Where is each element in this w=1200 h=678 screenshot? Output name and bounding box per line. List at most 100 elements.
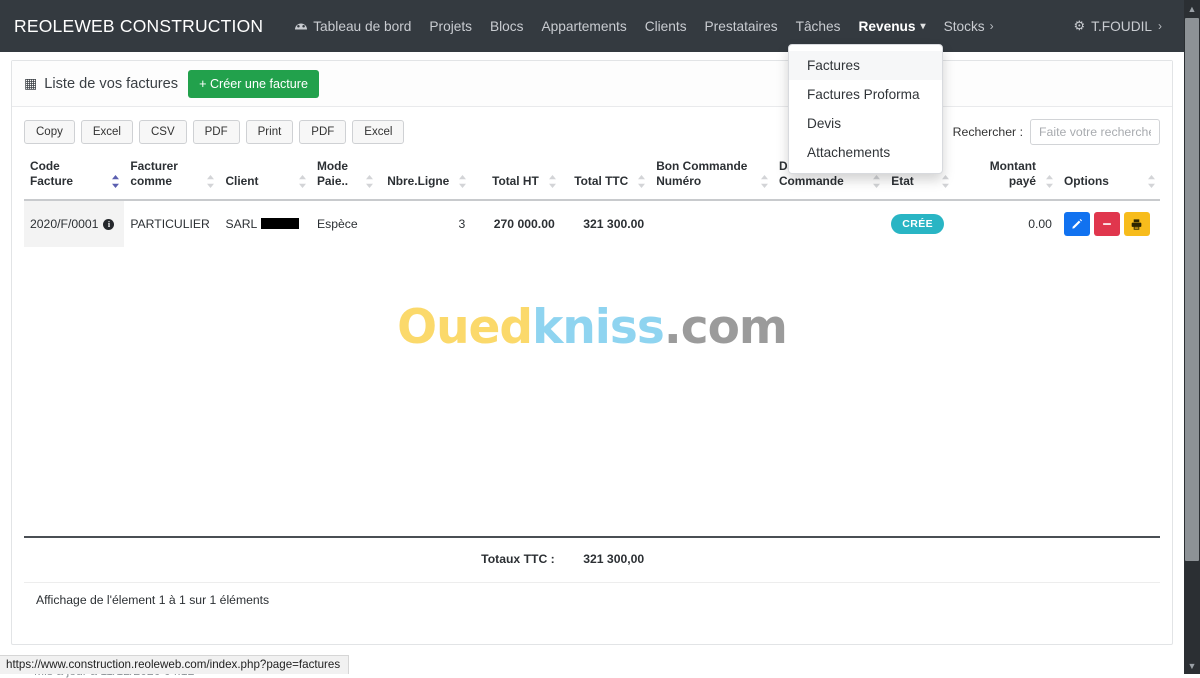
table-toolbar: Copy Excel CSV PDF Print PDF Excel Reche… bbox=[12, 107, 1172, 151]
chevron-down-icon: ▾ bbox=[921, 21, 926, 32]
nav-links: Tableau de bord Projets Blocs Appartemen… bbox=[285, 13, 1002, 40]
column-header-montant-paye[interactable]: Montant payé bbox=[954, 151, 1058, 200]
sort-icon bbox=[872, 175, 881, 188]
dropdown-item-devis[interactable]: Devis bbox=[789, 109, 942, 138]
pdf-button-2[interactable]: PDF bbox=[299, 120, 346, 145]
dashboard-icon bbox=[294, 19, 308, 34]
table-empty-space bbox=[24, 247, 1160, 537]
scrollbar-thumb[interactable] bbox=[1185, 18, 1199, 561]
sort-icon bbox=[458, 175, 467, 188]
table-grid-icon: ▦ bbox=[24, 75, 37, 92]
sort-icon bbox=[637, 175, 646, 188]
nav-item-appartements[interactable]: Appartements bbox=[532, 13, 635, 40]
brand-title[interactable]: REOLEWEB CONSTRUCTION bbox=[14, 16, 263, 37]
page-title-label: Liste de vos factures bbox=[44, 76, 178, 92]
cell-etat: CRÉE bbox=[885, 200, 954, 247]
csv-button[interactable]: CSV bbox=[139, 120, 187, 145]
chevron-right-icon: › bbox=[1158, 19, 1162, 33]
totals-empty bbox=[650, 537, 1160, 580]
nav-item-label: Blocs bbox=[490, 19, 523, 34]
print-button[interactable] bbox=[1124, 212, 1150, 236]
cell-date-bon-commande bbox=[773, 200, 885, 247]
scroll-up-icon[interactable]: ▲ bbox=[1184, 0, 1200, 17]
nav-item-stocks[interactable]: Stocks › bbox=[935, 13, 1003, 40]
nav-item-label: Revenus bbox=[858, 19, 915, 34]
code-facture-value: 2020/F/0001 bbox=[30, 217, 98, 231]
nav-item-revenus[interactable]: Revenus ▾ bbox=[849, 13, 934, 40]
page-title: ▦ Liste de vos factures bbox=[24, 75, 178, 92]
nav-item-clients[interactable]: Clients bbox=[636, 13, 696, 40]
top-navbar: REOLEWEB CONSTRUCTION Tableau de bord Pr… bbox=[0, 0, 1184, 52]
sort-icon bbox=[365, 175, 374, 188]
column-header-total-ht[interactable]: Total HT bbox=[471, 151, 560, 200]
chevron-right-icon: › bbox=[990, 19, 994, 33]
delete-button[interactable] bbox=[1094, 212, 1120, 236]
column-header-total-ttc[interactable]: Total TTC bbox=[561, 151, 650, 200]
pdf-button[interactable]: PDF bbox=[193, 120, 240, 145]
table-row[interactable]: 2020/F/0001 i PARTICULIER SARL Espèce 3 … bbox=[24, 200, 1160, 247]
column-header-options[interactable]: Options bbox=[1058, 151, 1160, 200]
cell-code-facture: 2020/F/0001 i bbox=[24, 200, 124, 247]
user-menu[interactable]: ⚙ T.FOUDIL › bbox=[1074, 18, 1171, 34]
nav-item-label: Tableau de bord bbox=[313, 19, 411, 34]
copy-button[interactable]: Copy bbox=[24, 120, 75, 145]
table-body: 2020/F/0001 i PARTICULIER SARL Espèce 3 … bbox=[24, 200, 1160, 537]
nav-item-label: Tâches bbox=[796, 19, 841, 34]
invoices-table: Code Facture Facturer comme bbox=[24, 151, 1160, 580]
scroll-down-icon[interactable]: ▼ bbox=[1184, 657, 1200, 674]
status-badge: CRÉE bbox=[891, 214, 944, 234]
nav-item-label: Stocks bbox=[944, 19, 985, 34]
cell-montant-paye: 0.00 bbox=[954, 200, 1058, 247]
nav-item-blocs[interactable]: Blocs bbox=[481, 13, 532, 40]
nav-item-projets[interactable]: Projets bbox=[420, 13, 481, 40]
cell-total-ttc: 321 300.00 bbox=[561, 200, 650, 247]
sort-icon bbox=[941, 175, 950, 188]
edit-button[interactable] bbox=[1064, 212, 1090, 236]
sort-icon bbox=[548, 175, 557, 188]
page-content: Ouedkniss.com ▦ Liste de vos factures + … bbox=[0, 52, 1184, 674]
nav-item-prestataires[interactable]: Prestataires bbox=[696, 13, 787, 40]
gear-icon: ⚙ bbox=[1074, 18, 1086, 34]
client-prefix: SARL bbox=[225, 217, 257, 231]
sort-icon bbox=[760, 175, 769, 188]
dropdown-item-factures-proforma[interactable]: Factures Proforma bbox=[789, 80, 942, 109]
status-bar-url: https://www.construction.reoleweb.com/in… bbox=[0, 655, 349, 674]
nav-item-label: Projets bbox=[429, 19, 472, 34]
sort-icon bbox=[1147, 175, 1156, 188]
dropdown-item-attachements[interactable]: Attachements bbox=[789, 138, 942, 167]
nav-item-label: Clients bbox=[645, 19, 687, 34]
nav-item-tableau-de-bord[interactable]: Tableau de bord bbox=[285, 13, 420, 40]
search-input[interactable] bbox=[1030, 119, 1160, 145]
sort-icon bbox=[1045, 175, 1054, 188]
column-header-facturer-comme[interactable]: Facturer comme bbox=[124, 151, 219, 200]
print-button[interactable]: Print bbox=[246, 120, 294, 145]
create-invoice-button[interactable]: + Créer une facture bbox=[188, 70, 319, 98]
row-action-buttons bbox=[1064, 212, 1154, 236]
column-header-client[interactable]: Client bbox=[219, 151, 311, 200]
cell-bon-commande-numero bbox=[650, 200, 773, 247]
browser-scrollbar[interactable]: ▲ ▼ bbox=[1184, 0, 1200, 674]
nav-item-taches[interactable]: Tâches bbox=[787, 13, 850, 40]
card-header: ▦ Liste de vos factures + Créer une fact… bbox=[12, 61, 1172, 107]
excel-button-2[interactable]: Excel bbox=[352, 120, 404, 145]
info-icon[interactable]: i bbox=[103, 219, 114, 230]
sort-asc-icon bbox=[111, 175, 120, 188]
totals-label: Totaux TTC : bbox=[24, 537, 561, 580]
column-header-nbre-ligne[interactable]: Nbre.Ligne bbox=[378, 151, 472, 200]
column-header-code-facture[interactable]: Code Facture bbox=[24, 151, 124, 200]
cell-client: SARL bbox=[219, 200, 311, 247]
dropdown-item-factures[interactable]: Factures bbox=[789, 51, 942, 80]
table-footer-row: Totaux TTC : 321 300,00 bbox=[24, 537, 1160, 580]
search-label: Rechercher : bbox=[953, 125, 1023, 139]
column-header-mode-paiement[interactable]: Mode Paie.. bbox=[311, 151, 378, 200]
nav-item-label: Appartements bbox=[541, 19, 626, 34]
table-spacer-row bbox=[24, 247, 1160, 537]
column-header-bon-commande-numero[interactable]: Bon Commande Numéro bbox=[650, 151, 773, 200]
search-area: Rechercher : bbox=[953, 119, 1160, 145]
sort-icon bbox=[206, 175, 215, 188]
table-head: Code Facture Facturer comme bbox=[24, 151, 1160, 200]
excel-button[interactable]: Excel bbox=[81, 120, 133, 145]
user-name-label: T.FOUDIL bbox=[1091, 19, 1152, 34]
table-header-row: Code Facture Facturer comme bbox=[24, 151, 1160, 200]
cell-mode-paiement: Espèce bbox=[311, 200, 378, 247]
